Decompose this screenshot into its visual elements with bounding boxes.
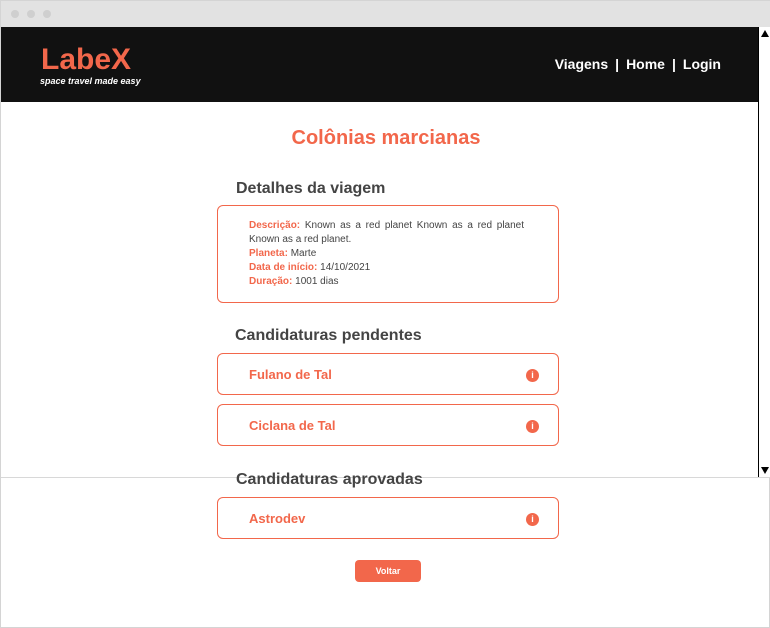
nav-separator: | — [615, 56, 620, 72]
approved-heading: Candidaturas aprovadas — [236, 471, 423, 488]
pending-candidate-item[interactable]: Fulano de Tal i — [217, 353, 559, 395]
main-nav: Viagens | Home | Login — [555, 56, 721, 72]
planet-row: Planeta: Marte — [249, 247, 524, 261]
info-icon[interactable]: i — [526, 513, 539, 526]
back-button[interactable]: Voltar — [355, 560, 421, 582]
duration-value: 1001 dias — [295, 276, 339, 287]
window-control-dot[interactable] — [11, 10, 19, 18]
page-title: Colônias marcianas — [291, 127, 481, 149]
vertical-scrollbar[interactable] — [758, 27, 770, 477]
approved-candidate-item[interactable]: Astrodev i — [217, 497, 559, 539]
nav-link-login[interactable]: Login — [683, 56, 721, 72]
trip-details-card: Descrição: Known as a red planet Known a… — [217, 205, 559, 303]
pending-heading: Candidaturas pendentes — [235, 327, 422, 344]
scroll-down-icon[interactable] — [761, 467, 769, 474]
pending-candidate-item[interactable]: Ciclana de Tal i — [217, 404, 559, 446]
nav-link-viagens[interactable]: Viagens — [555, 56, 608, 72]
planet-value: Marte — [290, 248, 317, 259]
nav-separator: | — [671, 56, 676, 72]
candidate-name: Astrodev — [249, 511, 306, 526]
tagline: space travel made easy — [40, 76, 141, 86]
start-date-value: 14/10/2021 — [320, 262, 371, 273]
window-control-dot[interactable] — [43, 10, 51, 18]
description-row: Descrição: Known as a red planet Known a… — [249, 219, 524, 247]
planet-label: Planeta: — [249, 248, 288, 259]
info-icon[interactable]: i — [526, 420, 539, 433]
logo[interactable]: LabeX — [41, 44, 131, 76]
browser-window: LabeX space travel made easy Viagens | H… — [0, 0, 770, 628]
start-date-label: Data de início: — [249, 262, 318, 273]
site-header: LabeX space travel made easy Viagens | H… — [1, 27, 758, 102]
nav-link-home[interactable]: Home — [626, 56, 665, 72]
candidate-name: Fulano de Tal — [249, 367, 332, 382]
candidate-name: Ciclana de Tal — [249, 418, 336, 433]
start-date-row: Data de início: 14/10/2021 — [249, 261, 524, 275]
duration-row: Duração: 1001 dias — [249, 275, 524, 289]
duration-label: Duração: — [249, 276, 293, 287]
description-label: Descrição: — [249, 220, 301, 231]
window-chrome — [1, 1, 770, 27]
info-icon[interactable]: i — [526, 369, 539, 382]
details-heading: Detalhes da viagem — [236, 180, 386, 197]
window-control-dot[interactable] — [27, 10, 35, 18]
scroll-up-icon[interactable] — [761, 30, 769, 37]
